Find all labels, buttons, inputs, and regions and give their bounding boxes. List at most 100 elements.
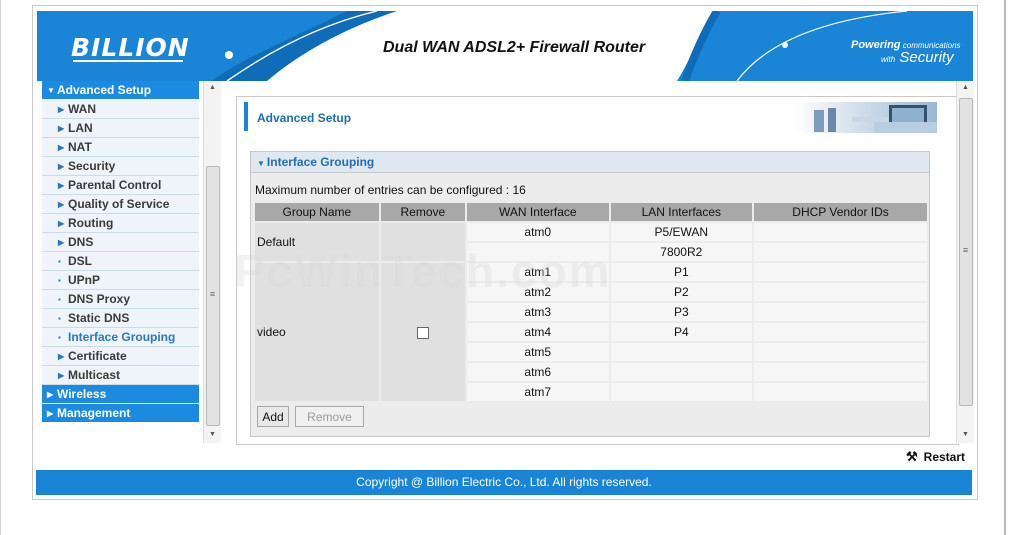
triangle-right-icon: ▶ (58, 200, 65, 209)
sidebar-item-lan[interactable]: ▶ LAN (42, 119, 199, 138)
lan-cell (610, 343, 753, 361)
sidebar-label: Multicast (68, 368, 121, 382)
bullet-icon: ▪ (58, 295, 61, 304)
sidebar-label: UPnP (68, 273, 101, 287)
scroll-up-icon[interactable]: ▲ (957, 84, 974, 91)
sidebar-item-routing[interactable]: ▶ Routing (42, 214, 199, 233)
dhcp-cell (754, 303, 927, 321)
sidebar-item-dsl[interactable]: ▪ DSL (42, 252, 199, 271)
sidebar-label: Quality of Service (68, 197, 170, 211)
add-button[interactable]: Add (257, 406, 289, 427)
sidebar-label: Interface Grouping (68, 330, 176, 344)
bullet-icon: ▪ (58, 333, 61, 342)
product-title: Dual WAN ADSL2+ Firewall Router (383, 39, 646, 56)
dhcp-cell (754, 343, 927, 361)
billion-logo: BILLION (71, 33, 190, 62)
bullet-icon: ▪ (58, 257, 61, 266)
panel-header: ▼ Interface Grouping (251, 152, 929, 173)
sidebar-item-multicast[interactable]: ▶ Multicast (42, 366, 199, 385)
sidebar-item-quality-of-service[interactable]: ▶ Quality of Service (42, 195, 199, 214)
sidebar-label: Static DNS (68, 311, 130, 325)
dhcp-cell (754, 323, 927, 341)
triangle-right-icon: ▶ (58, 162, 65, 171)
triangle-down-icon: ▼ (47, 86, 55, 95)
triangle-right-icon: ▶ (58, 352, 65, 361)
sidebar-label: Wireless (57, 387, 107, 401)
sidebar-item-management[interactable]: ▶ Management (42, 404, 199, 423)
sidebar-item-interface-grouping[interactable]: ▪ Interface Grouping (42, 328, 199, 347)
window-left-edge (0, 0, 1, 535)
panel-title[interactable]: ▼ Interface Grouping (257, 155, 374, 169)
footer-copyright: Copyright @ Billion Electric Co., Ltd. A… (36, 470, 972, 495)
sidebar-item-advanced-setup[interactable]: ▼ Advanced Setup (42, 81, 199, 100)
sidebar-item-upnp[interactable]: ▪ UPnP (42, 271, 199, 290)
triangle-right-icon: ▶ (58, 219, 65, 228)
restart-icon: ⚒ (906, 449, 918, 464)
triangle-right-icon: ▶ (47, 390, 54, 399)
office-banner-image (794, 102, 937, 133)
sidebar-label: Parental Control (68, 178, 162, 192)
sidebar-item-dns-proxy[interactable]: ▪ DNS Proxy (42, 290, 199, 309)
restart-button[interactable]: ⚒ Restart (906, 449, 965, 465)
dhcp-cell (754, 283, 927, 301)
col-remove: Remove (380, 203, 466, 221)
restart-label: Restart (923, 450, 966, 464)
col-dhcp-vendor-ids: DHCP Vendor IDs (754, 203, 927, 221)
sidebar-item-wan[interactable]: ▶ WAN (42, 100, 199, 119)
wan-cell: atm3 (467, 303, 609, 321)
sidebar-label: Routing (68, 216, 114, 230)
scroll-up-icon[interactable]: ▲ (204, 84, 221, 91)
scroll-down-icon[interactable]: ▼ (204, 431, 221, 438)
dhcp-cell (754, 243, 927, 261)
sidebar-item-dns[interactable]: ▶ DNS (42, 233, 199, 252)
lan-cell: P2 (610, 283, 753, 301)
grouping-table: Group Name Remove WAN Interface LAN Inte… (253, 201, 929, 403)
remove-video-checkbox[interactable] (416, 326, 429, 339)
logo-underline (73, 60, 183, 62)
sidebar-item-parental-control[interactable]: ▶ Parental Control (42, 176, 199, 195)
lan-cell: P3 (610, 303, 753, 321)
slogan-with: with (881, 55, 896, 64)
sidebar-scrollbar[interactable]: ▲ ≡ ▼ (203, 81, 221, 443)
sidebar-label: LAN (68, 121, 93, 135)
section-accent-bar (244, 102, 248, 131)
max-entries-text: Maximum number of entries can be configu… (255, 183, 526, 197)
slogan: Powering communications with Security (851, 39, 961, 66)
col-group-name: Group Name (255, 203, 379, 221)
lan-cell: P1 (610, 263, 753, 281)
lan-cell (610, 383, 753, 401)
wan-cell: atm4 (467, 323, 609, 341)
lan-cell: P4 (610, 323, 753, 341)
sidebar-item-security[interactable]: ▶ Security (42, 157, 199, 176)
lan-cell (610, 363, 753, 381)
triangle-right-icon: ▶ (58, 105, 65, 114)
sidebar-label: Management (57, 406, 131, 420)
triangle-down-icon: ▼ (257, 159, 265, 168)
remove-button[interactable]: Remove (295, 406, 364, 427)
sidebar-label: NAT (68, 140, 92, 154)
wan-cell: atm5 (467, 343, 609, 361)
dhcp-cell (754, 383, 927, 401)
lan-cell: 7800R2 (610, 243, 753, 261)
window-right-edge (1004, 0, 1006, 535)
wan-cell: atm6 (467, 363, 609, 381)
table-row: Default atm0 P5/EWAN (255, 223, 927, 261)
col-wan-interface: WAN Interface (467, 203, 609, 221)
watermark: PcWinTech.com (234, 245, 612, 297)
scroll-down-icon[interactable]: ▼ (957, 431, 974, 438)
bullet-icon: ▪ (58, 276, 61, 285)
grip-icon: ≡ (209, 289, 216, 299)
dhcp-cell (754, 223, 927, 241)
triangle-right-icon: ▶ (58, 181, 65, 190)
sidebar-item-certificate[interactable]: ▶ Certificate (42, 347, 199, 366)
bullet-icon: ▪ (58, 314, 61, 323)
sidebar-label: WAN (68, 102, 96, 116)
sidebar-item-static-dns[interactable]: ▪ Static DNS (42, 309, 199, 328)
section-title: Advanced Setup (257, 111, 352, 125)
dhcp-cell (754, 263, 927, 281)
content-scrollbar[interactable]: ▲ ≡ ▼ (956, 81, 974, 443)
triangle-right-icon: ▶ (47, 409, 54, 418)
sidebar-nav: ▼ Advanced Setup ▶ WAN ▶ LAN ▶ NAT ▶ Security… (42, 81, 199, 444)
sidebar-item-nat[interactable]: ▶ NAT (42, 138, 199, 157)
sidebar-item-wireless[interactable]: ▶ Wireless (42, 385, 199, 404)
